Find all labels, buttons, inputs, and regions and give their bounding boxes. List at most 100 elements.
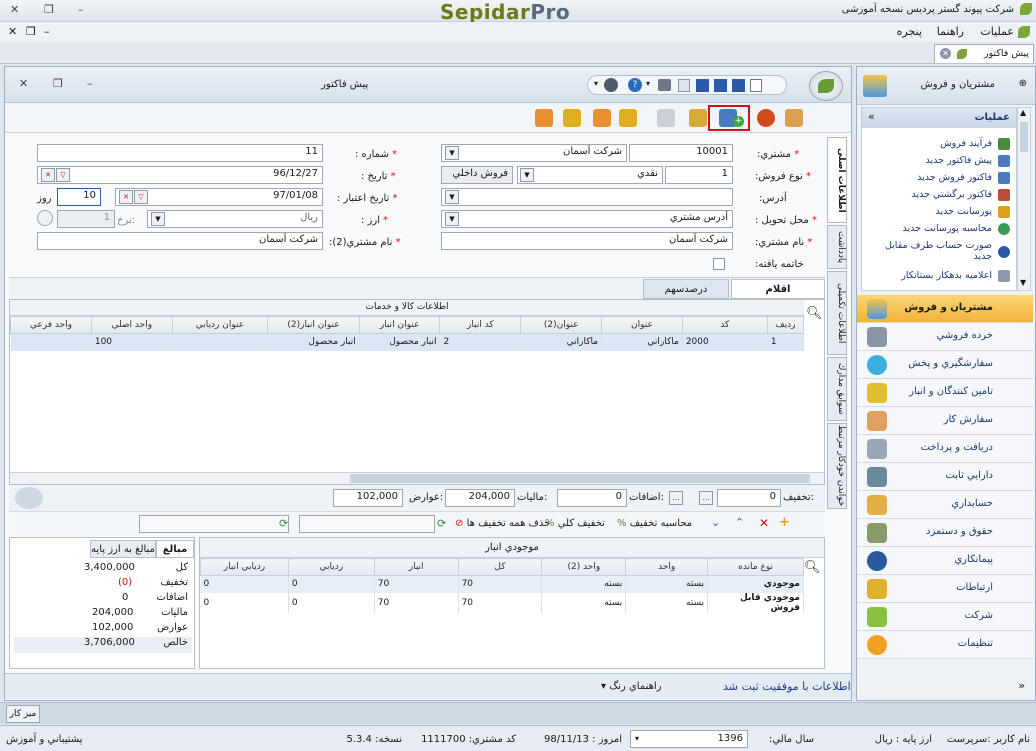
color-guide-button[interactable]: راهنماي رنگ ▾ (601, 681, 662, 692)
total-discount-button[interactable]: تخفيف كلي % (545, 518, 605, 529)
col-sub-unit[interactable]: واحد فرعي (10, 316, 92, 334)
finished-checkbox[interactable] (713, 258, 725, 270)
valid-clear-icon[interactable]: ✕ (119, 190, 133, 204)
module-suppliers[interactable]: تامين كنندگان و انبار (857, 379, 1033, 407)
add-row-icon[interactable] (15, 487, 43, 509)
help-circle-icon[interactable] (604, 78, 618, 92)
days-field[interactable]: 10 (57, 188, 101, 206)
col-stock-title[interactable]: عنوان انبار (358, 316, 441, 334)
additions-more-icon[interactable]: … (669, 491, 683, 505)
module-retail[interactable]: خرده فروشي (857, 323, 1033, 351)
op-new-return-invoice[interactable]: فاكتور برگشتي جديد (911, 189, 992, 200)
module-contracting[interactable]: پيمانكاري (857, 547, 1033, 575)
customer-name-field[interactable]: شرکت آسمان (441, 144, 627, 162)
grid-search-icon[interactable]: 🔍︎ (806, 306, 823, 321)
discount-field[interactable]: 0 (717, 489, 781, 507)
module-sales[interactable]: مشتريان و فروش (857, 295, 1033, 323)
tab-items[interactable]: اقلام (731, 279, 825, 299)
cust-name-field[interactable]: شرکت آسمان (441, 232, 733, 250)
module-accounting[interactable]: حسابداري (857, 491, 1033, 519)
menu-operations[interactable]: عملیات (980, 25, 1014, 38)
date-field[interactable]: 96/12/27 (37, 166, 323, 184)
vtab-main-info[interactable]: اطلاعات اصلی (827, 137, 847, 223)
save-close-icon[interactable] (696, 79, 709, 92)
customer-code-field[interactable]: 10001 (629, 144, 733, 162)
doc-close-icon[interactable]: ✕ (19, 77, 28, 90)
remove-discounts-button[interactable]: حذف همه تخفيف ها ⊘ (455, 518, 550, 529)
sale-type-code-field[interactable]: 1 (665, 166, 733, 184)
address-field[interactable] (441, 188, 733, 206)
export-icon[interactable] (593, 109, 611, 127)
col-stock-code[interactable]: كد انبار (439, 316, 522, 334)
move-up-icon[interactable]: ⌃ (735, 516, 744, 529)
summary-tab-amounts[interactable]: مبالغ (156, 540, 194, 558)
op-new-pre-invoice[interactable]: پيش فاكتور جديد (926, 155, 992, 166)
expand-icon[interactable]: » (1018, 679, 1025, 692)
mdi-close-icon[interactable]: ✕ (8, 25, 17, 38)
col-unit[interactable]: واحد (625, 558, 709, 576)
menu-help[interactable]: راهنما (937, 25, 964, 38)
duties-field[interactable]: 102,000 (333, 489, 403, 507)
module-company[interactable]: شركت (857, 603, 1033, 631)
save-new-icon[interactable] (714, 79, 727, 92)
add-row-plus-icon[interactable]: + (779, 515, 790, 530)
delete-row-icon[interactable]: ✕ (759, 516, 769, 530)
col-warehouse[interactable]: انبار (373, 558, 459, 576)
archive-icon[interactable] (785, 109, 803, 127)
save-icon[interactable] (732, 79, 745, 92)
op-sales-process[interactable]: فرآيند فروش (940, 138, 992, 149)
mdi-restore-icon[interactable]: ❐ (26, 25, 36, 38)
vtab-related[interactable]: خواندن خودکار مرتبط (827, 423, 847, 509)
refresh-icon[interactable]: ⟳ (279, 517, 288, 530)
scroll-thumb[interactable] (1020, 122, 1028, 152)
desktop-button[interactable]: ميز كار (6, 705, 40, 723)
doc-minimize-icon[interactable]: – (87, 77, 93, 90)
sale-type-dropdown-icon[interactable]: ▼ (520, 168, 534, 182)
cust-name2-field[interactable]: شرکت آسمان (37, 232, 323, 250)
tax-field[interactable]: 204,000 (445, 489, 515, 507)
doc-restore-icon[interactable]: ❐ (53, 77, 63, 90)
new-document-icon[interactable] (750, 79, 762, 92)
cancel-icon[interactable] (757, 109, 775, 127)
ops-scrollbar[interactable]: ▲ ▼ (1017, 107, 1031, 291)
module-work-order[interactable]: سفارش كار (857, 407, 1033, 435)
col-tracking-title[interactable]: عنوان رديابي (171, 316, 269, 334)
vtab-additional-info[interactable]: اطلاعات تکمیلی (827, 271, 847, 355)
col-title2[interactable]: عنوان(2) (520, 316, 603, 334)
currency-field[interactable]: ريال (147, 210, 323, 228)
additions-field[interactable]: 0 (557, 489, 627, 507)
rate-calc-icon[interactable] (37, 210, 53, 226)
col-stock-title2[interactable]: عنوان انبار(2) (267, 316, 360, 334)
table-row[interactable]: موجودي قابل فروش بسته بسته 70 70 0 0 (200, 592, 804, 613)
col-tracking[interactable]: رديابي (287, 558, 375, 576)
op-new-sales-invoice[interactable]: فاكتور فروش جديد (917, 172, 992, 183)
col-code[interactable]: كد (681, 316, 768, 334)
module-ordering[interactable]: سفارشگيري و پخش (857, 351, 1033, 379)
op-calc-commission[interactable]: محاسبه پورسانت جديد (902, 223, 992, 234)
date-clear-icon[interactable]: ✕ (41, 168, 55, 182)
module-fixed-assets[interactable]: دارايي ثابت (857, 463, 1033, 491)
module-communications[interactable]: ارتباطات (857, 575, 1033, 603)
tab-share-percent[interactable]: درصدسهم (643, 279, 729, 299)
table-row[interactable]: موجودي بسته بسته 70 70 0 0 (200, 575, 804, 593)
delivery-field[interactable]: آدرس مشتري (441, 210, 733, 228)
col-balance-type[interactable]: نوع مانده (707, 558, 804, 576)
col-title[interactable]: عنوان (601, 316, 683, 334)
vtab-documents[interactable]: سوابق مدارك (827, 357, 847, 421)
move-down-icon[interactable]: ⌄ (711, 516, 720, 529)
module-payroll[interactable]: حقوق و دستمزد (857, 519, 1033, 547)
date-filter-icon[interactable]: ▽ (56, 168, 70, 182)
transfer-icon[interactable] (619, 109, 637, 127)
support-link[interactable]: پشتيباني و آموزش (6, 734, 82, 745)
scroll-down-icon[interactable]: ▼ (1020, 278, 1026, 287)
table-row[interactable]: 1 2000 ماكاراني ماكاراني 2 انبار محصول ا… (10, 333, 805, 351)
op-new-commission[interactable]: پورسانت جديد (936, 206, 992, 217)
refresh2-icon[interactable]: ⟳ (437, 517, 446, 530)
op-new-statement[interactable]: صورت حساب طرف مقابل جديد (882, 240, 992, 262)
tab-close-icon[interactable]: ✕ (940, 48, 951, 59)
col-row[interactable]: رديف (766, 316, 805, 334)
col-tracking-warehouse[interactable]: رديابي انبار (200, 558, 289, 576)
tab-pre-invoice[interactable]: پیش فاکتور ✕ (934, 44, 1034, 63)
scroll-up-icon[interactable]: ▲ (1020, 108, 1026, 117)
collapse-icon[interactable]: « (868, 110, 875, 123)
